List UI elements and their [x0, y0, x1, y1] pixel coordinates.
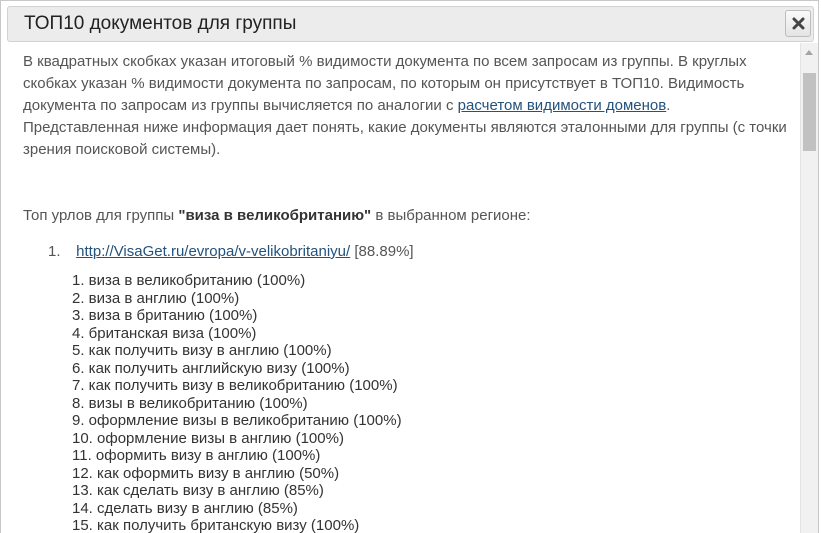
- query-item: 9. оформление визы в великобританию (100…: [72, 412, 402, 429]
- top10-dialog: ТОП10 документов для группы В квадратных…: [0, 0, 819, 533]
- result-number: 1.: [48, 243, 61, 260]
- dialog-content: В квадратных скобках указан итоговый % в…: [7, 42, 798, 533]
- query-item: 3. виза в британию (100%): [72, 307, 258, 324]
- query-item: 1. виза в великобританию (100%): [72, 272, 306, 289]
- scrollbar-thumb[interactable]: [803, 73, 816, 151]
- query-list: 1. виза в великобританию (100%) 2. виза …: [72, 272, 402, 533]
- intro-second-paragraph: Представленная ниже информация дает поня…: [23, 119, 787, 158]
- heading-suffix: в выбранном регионе:: [371, 207, 531, 224]
- scroll-up-arrow-icon[interactable]: [805, 50, 813, 55]
- group-name: "виза в великобританию": [178, 207, 372, 224]
- dialog-titlebar: ТОП10 документов для группы: [7, 6, 814, 42]
- visibility-calc-link[interactable]: расчетом видимости доменов: [458, 97, 667, 114]
- query-item: 5. как получить визу в англию (100%): [72, 342, 332, 359]
- query-item: 8. визы в великобританию (100%): [72, 394, 308, 412]
- query-item: 2. виза в англию (100%): [72, 289, 240, 307]
- query-item: 10. оформление визы в англию (100%): [72, 429, 344, 447]
- heading-prefix: Топ урлов для группы: [23, 207, 179, 224]
- query-item: 15. как получить британскую визу (100%): [72, 517, 360, 533]
- close-x-icon: [792, 17, 805, 30]
- close-button[interactable]: [785, 10, 811, 37]
- result-item: 1. http://VisaGet.ru/evropa/v-velikobrit…: [48, 241, 414, 263]
- query-item: 14. сделать визу в англию (85%): [72, 499, 298, 517]
- dialog-title: ТОП10 документов для группы: [24, 13, 297, 34]
- vertical-scrollbar[interactable]: [800, 43, 818, 533]
- intro-text: В квадратных скобках указан итоговый % в…: [23, 51, 793, 161]
- group-heading: Топ урлов для группы "виза в великобрита…: [23, 205, 531, 227]
- intro-text-end: .: [666, 97, 671, 114]
- query-item: 7. как получить визу в великобританию (1…: [72, 377, 398, 394]
- query-item: 4. британская виза (100%): [72, 324, 257, 342]
- result-url-link[interactable]: http://VisaGet.ru/evropa/v-velikobritani…: [76, 243, 350, 260]
- result-visibility: [88.89%]: [354, 243, 414, 260]
- query-item: 13. как сделать визу в англию (85%): [72, 482, 324, 499]
- query-item: 12. как оформить визу в англию (50%): [72, 464, 340, 482]
- query-item: 11. оформить визу в англию (100%): [72, 447, 321, 464]
- query-item: 6. как получить английскую визу (100%): [72, 359, 350, 377]
